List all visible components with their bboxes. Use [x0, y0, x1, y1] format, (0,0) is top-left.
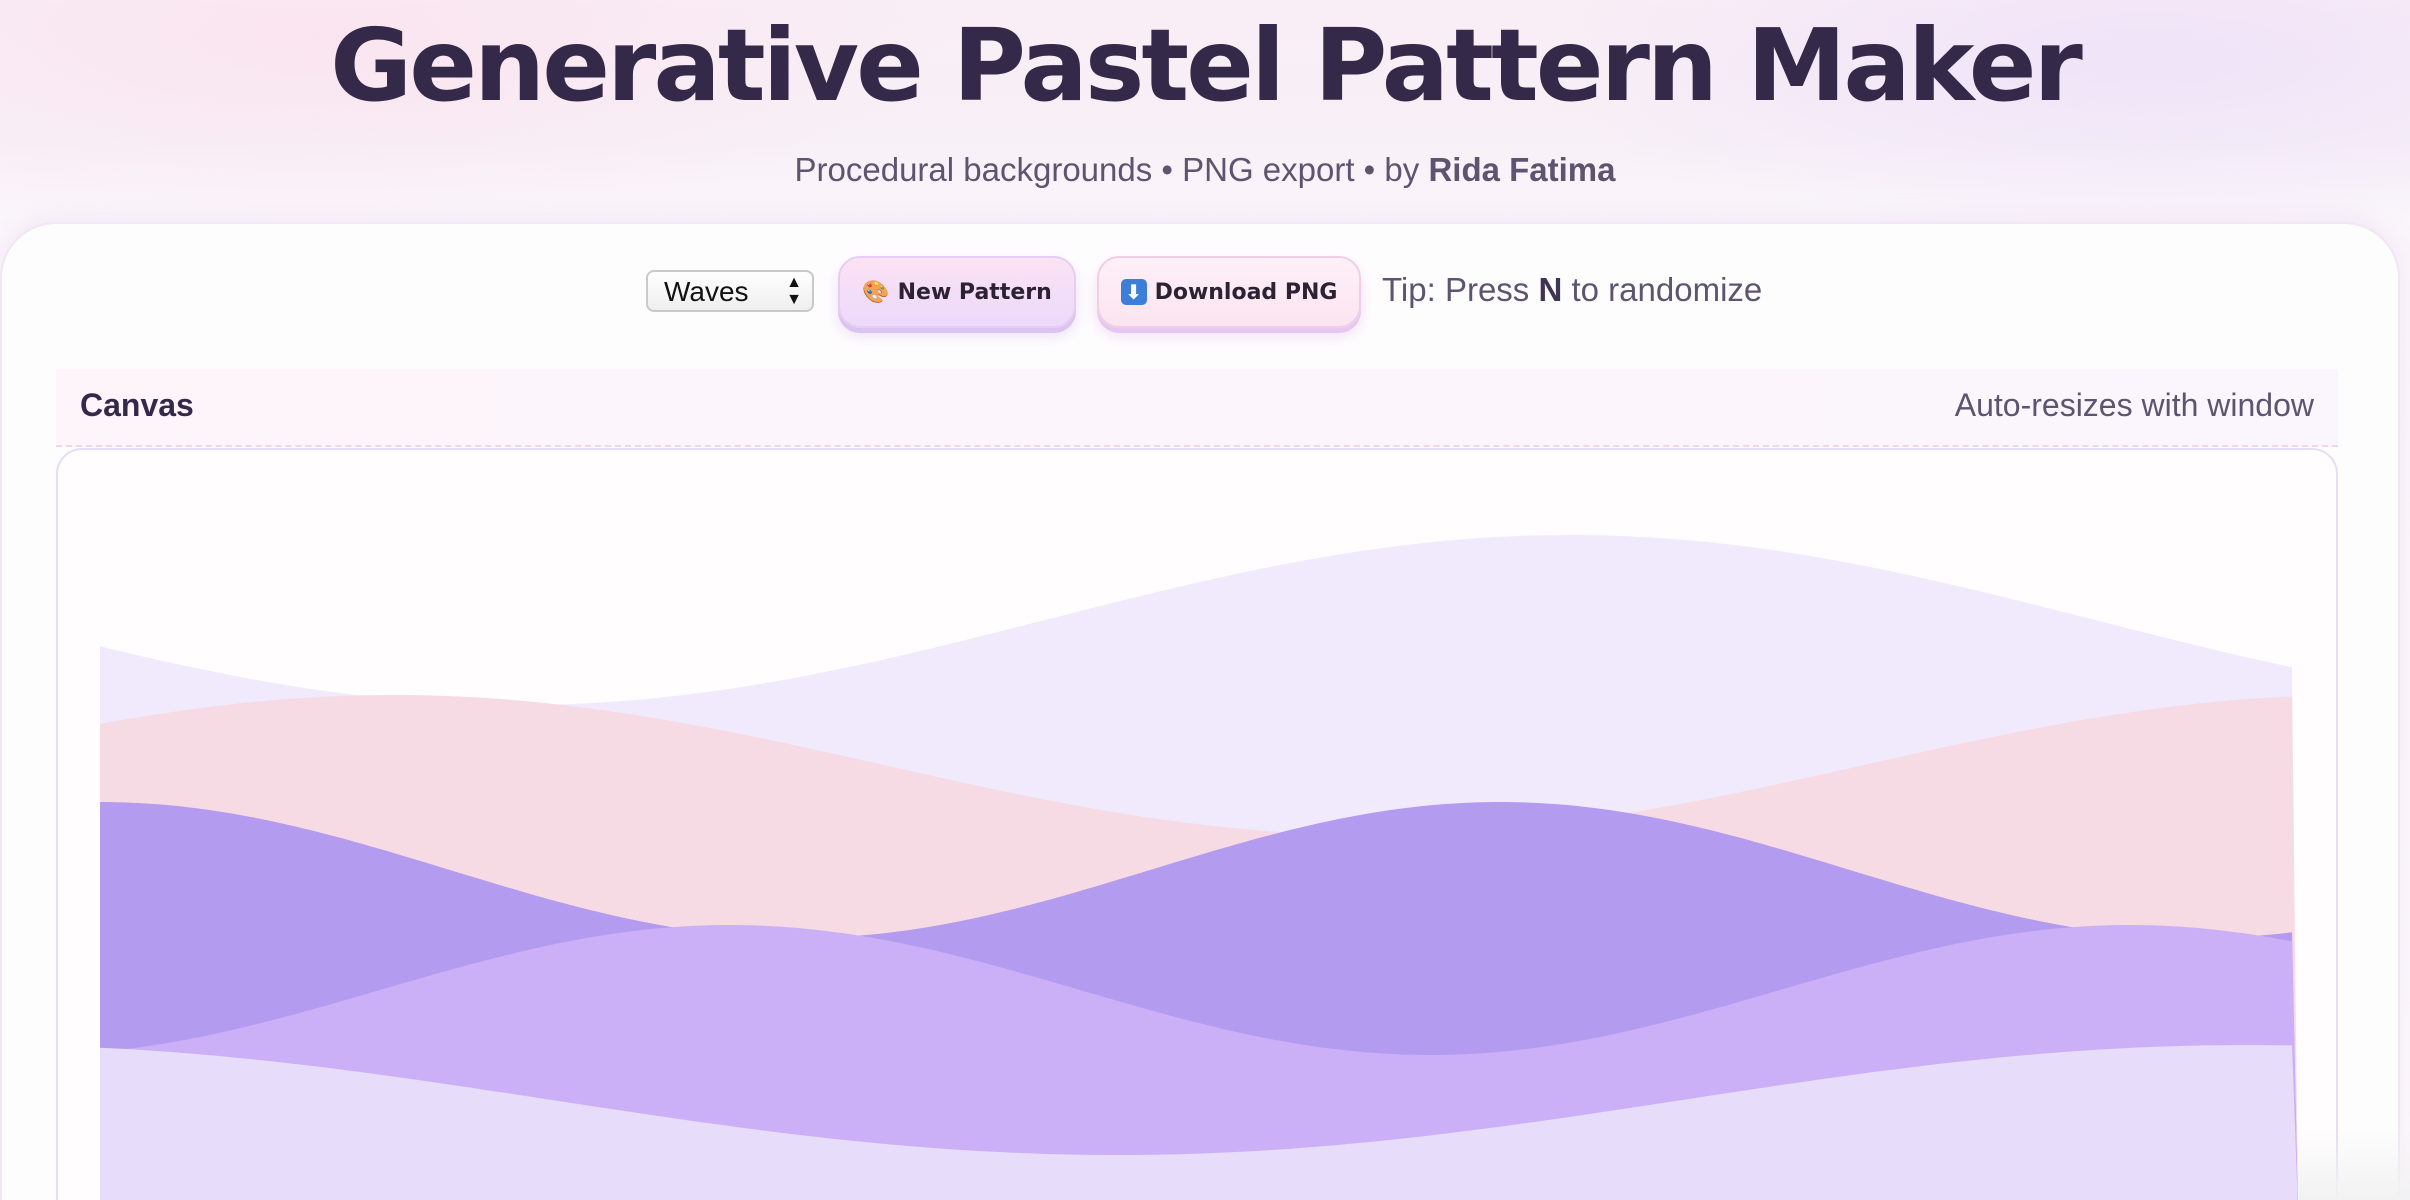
author-name: Rida Fatima [1428, 151, 1616, 188]
page-title: Generative Pastel Pattern Maker [330, 7, 2083, 124]
canvas-label: Canvas [80, 387, 194, 423]
pattern-select[interactable]: Waves ▲ ▼ [646, 270, 814, 312]
tip-suffix: to randomize [1562, 271, 1763, 308]
subtitle-text: Procedural backgrounds • PNG export • by [794, 151, 1429, 188]
wave-pattern-graphic [100, 535, 2298, 1200]
download-png-label: Download PNG [1154, 279, 1338, 305]
download-arrow-icon: ⬇ [1120, 279, 1147, 305]
page-subtitle: Procedural backgrounds • PNG export • by… [0, 148, 2410, 192]
toolbar: Waves ▲ ▼ 🎨 New Pattern ⬇ Download PNG Ti… [0, 256, 2410, 330]
new-pattern-label: New Pattern [897, 279, 1052, 305]
keyboard-tip: Tip: Press N to randomize [1382, 268, 1762, 312]
canvas-resize-hint: Auto-resizes with window [1954, 387, 2314, 423]
pattern-canvas[interactable] [56, 448, 2338, 1200]
download-png-button[interactable]: ⬇ Download PNG [1097, 256, 1361, 328]
select-arrows-icon: ▲ ▼ [786, 274, 802, 308]
tip-key: N [1538, 271, 1563, 308]
pattern-select-value: Waves [664, 276, 749, 307]
palette-icon: 🎨 [862, 279, 890, 305]
new-pattern-button[interactable]: 🎨 New Pattern [838, 256, 1076, 328]
tip-prefix: Tip: Press [1382, 271, 1539, 308]
scroll-corner [2298, 1130, 2410, 1200]
canvas-header: Canvas Auto-resizes with window [56, 369, 2338, 447]
